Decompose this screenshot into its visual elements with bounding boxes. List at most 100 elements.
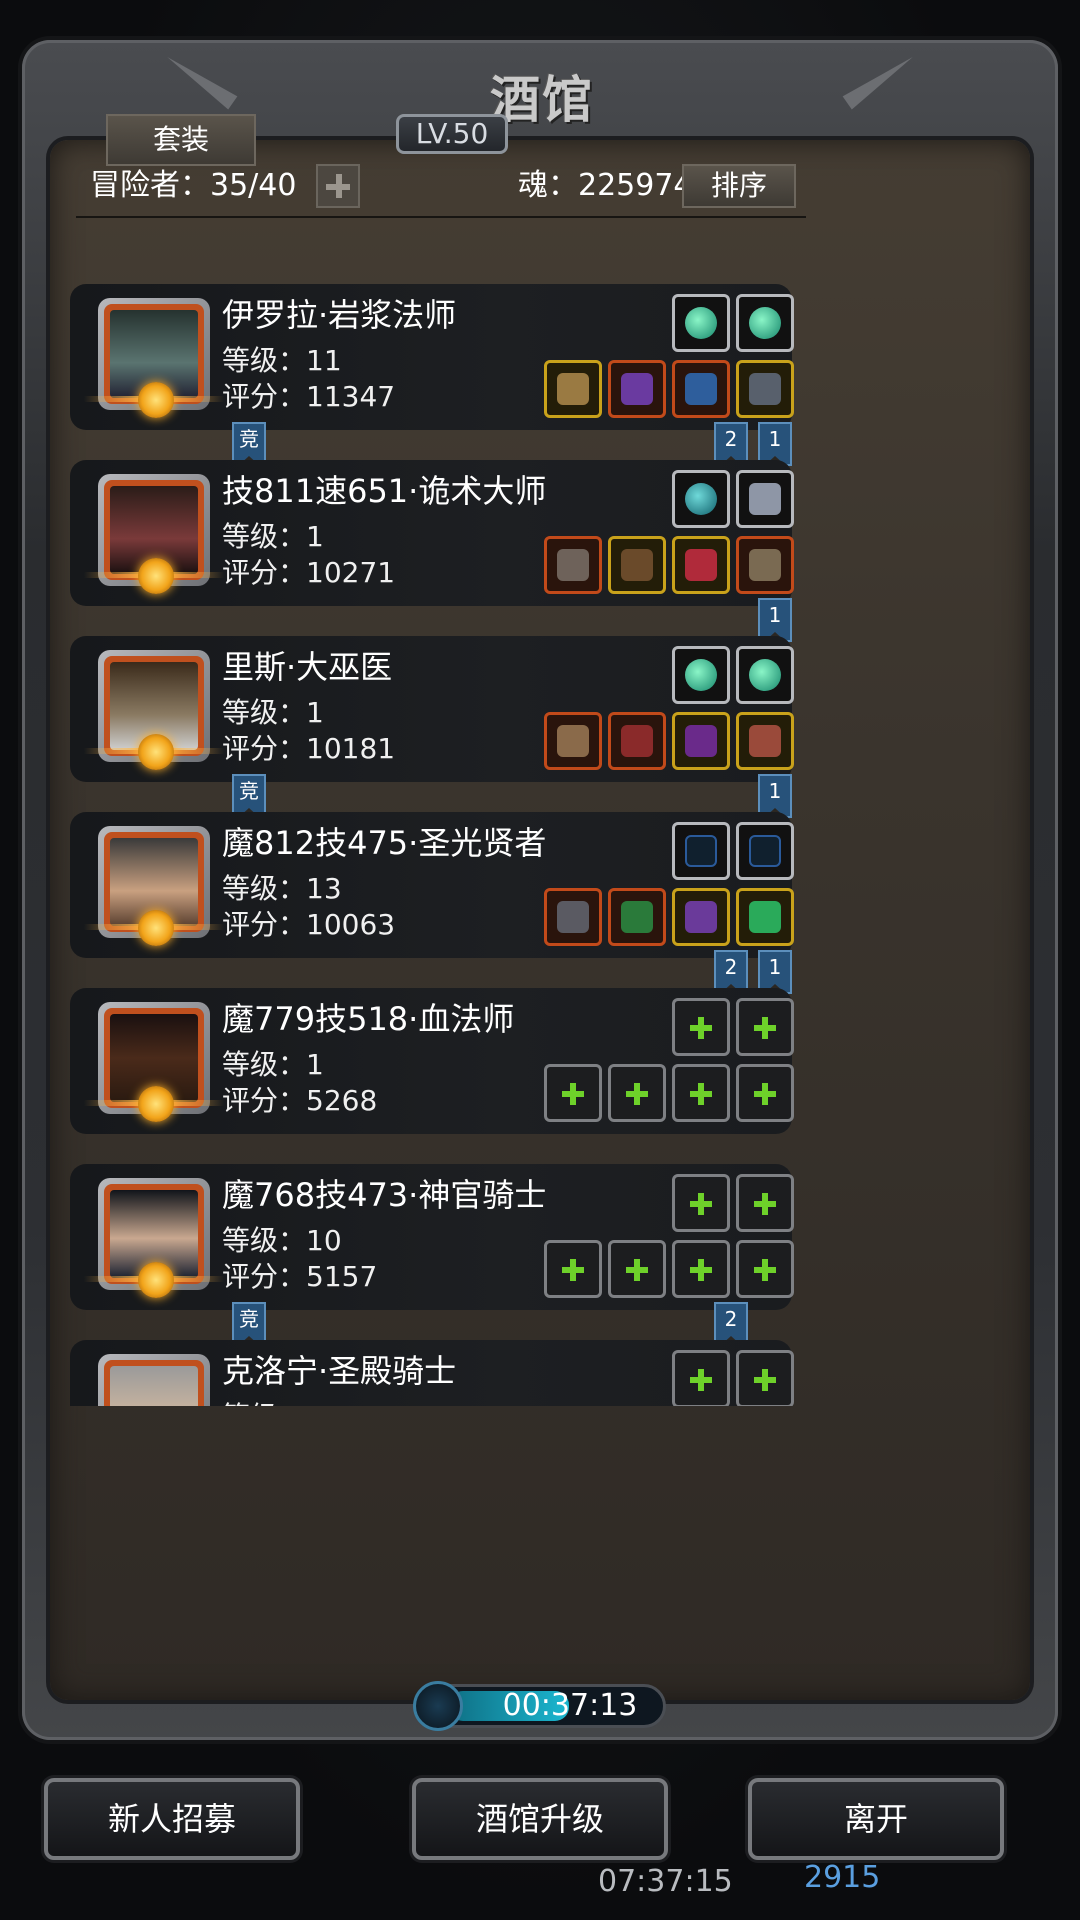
hero-name: 伊罗拉·岩浆法师 (222, 296, 457, 334)
empty-relic-slot[interactable] (736, 1064, 794, 1122)
hero-card[interactable]: 伊罗拉·岩浆法师 等级：11 评分：11347 (70, 284, 810, 430)
mace-icon (557, 901, 589, 933)
armor-slot[interactable] (608, 360, 666, 418)
hero-score: 评分：5268 (222, 1084, 378, 1117)
adventurer-count: 冒险者：35/40 (90, 168, 297, 203)
gem-slot[interactable] (672, 470, 730, 528)
staff-icon (557, 373, 589, 405)
sort-button[interactable]: 排序 (682, 164, 796, 208)
crystal-icon (749, 901, 781, 933)
empty-gem-slot[interactable] (672, 1350, 730, 1406)
accessory-slot[interactable] (672, 888, 730, 946)
empty-gem-slot[interactable] (736, 998, 794, 1056)
gem-slot[interactable] (672, 294, 730, 352)
accessory-slot[interactable] (672, 712, 730, 770)
tavern-upgrade-button[interactable]: 酒馆升级 (412, 1778, 668, 1860)
hero-card[interactable]: 技811速651·诡术大师 等级：1 评分：10271 (70, 460, 810, 606)
hero-name: 魔768技473·神官骑士 (222, 1176, 547, 1214)
empty-weapon-slot[interactable] (544, 1064, 602, 1122)
armor-slot[interactable] (608, 888, 666, 946)
empty-accessory-slot[interactable] (672, 1240, 730, 1298)
relic-slot[interactable] (736, 888, 794, 946)
staff-icon (557, 725, 589, 757)
clock-icon (413, 1681, 463, 1731)
armor-slot[interactable] (608, 712, 666, 770)
gem-slot[interactable] (672, 822, 730, 880)
sun-emblem-icon (138, 1086, 174, 1122)
set-button[interactable]: 套装 (106, 114, 256, 166)
crest-icon (749, 483, 781, 515)
empty-weapon-slot[interactable] (544, 1240, 602, 1298)
amulet-icon (685, 373, 717, 405)
gem-icon (685, 659, 717, 691)
bow-gem-icon (685, 835, 717, 867)
gem-icon (685, 483, 717, 515)
relic-slot[interactable] (736, 712, 794, 770)
empty-gem-slot[interactable] (736, 1350, 794, 1406)
gem-slot[interactable] (672, 646, 730, 704)
hero-level: 等级：1 (222, 696, 324, 729)
hero-score: 评分：10063 (222, 908, 396, 941)
hero-score: 评分：10181 (222, 732, 396, 765)
relic-slot[interactable] (736, 360, 794, 418)
weapon-slot[interactable] (544, 536, 602, 594)
bow-gem-icon (749, 835, 781, 867)
hero-score: 评分：5157 (222, 1260, 378, 1293)
armor-icon (621, 549, 653, 581)
gem-slot[interactable] (736, 646, 794, 704)
eye-orb-icon (685, 901, 717, 933)
hero-level: 等级 (222, 1398, 278, 1406)
empty-relic-slot[interactable] (736, 1240, 794, 1298)
hero-card[interactable]: 里斯·大巫医 等级：1 评分：10181 (70, 636, 810, 782)
armor-icon (621, 725, 653, 757)
sun-emblem-icon (138, 734, 174, 770)
hero-name: 魔779技518·血法师 (222, 1000, 515, 1038)
background-currency: 2915 (804, 1860, 881, 1895)
hero-name: 技811速651·诡术大师 (222, 472, 547, 510)
hero-card[interactable]: 魔779技518·血法师 等级：1 评分：5268 (70, 988, 810, 1134)
gem-slot[interactable] (736, 470, 794, 528)
hero-name: 克洛宁·圣殿骑士 (222, 1352, 457, 1390)
hero-list[interactable]: 伊罗拉·岩浆法师 等级：11 评分：11347 竞 2 1 技811速651·诡… (70, 280, 810, 1406)
hero-level: 等级：11 (222, 344, 342, 377)
tome-icon (749, 725, 781, 757)
gem-icon (749, 307, 781, 339)
add-adventurer-button[interactable] (316, 164, 360, 208)
armor-icon (621, 373, 653, 405)
hero-name: 魔812技475·圣光贤者 (222, 824, 547, 862)
weapon-slot[interactable] (544, 360, 602, 418)
accessory-slot[interactable] (672, 360, 730, 418)
heart-amulet-icon (685, 549, 717, 581)
recruit-button[interactable]: 新人招募 (44, 1778, 300, 1860)
weapon-slot[interactable] (544, 712, 602, 770)
hero-score: 评分：11347 (222, 380, 396, 413)
armor-slot[interactable] (608, 536, 666, 594)
empty-armor-slot[interactable] (608, 1064, 666, 1122)
weapon-slot[interactable] (544, 888, 602, 946)
hero-score: 评分：10271 (222, 556, 396, 589)
hero-card[interactable]: 克洛宁·圣殿骑士 等级 (70, 1340, 810, 1406)
empty-gem-slot[interactable] (672, 1174, 730, 1232)
hero-portrait (98, 1354, 210, 1406)
tavern-level-badge: LV.50 (396, 114, 508, 154)
timer-text: 00:37:13 (502, 1688, 638, 1723)
leave-button[interactable]: 离开 (748, 1778, 1004, 1860)
hero-level: 等级：10 (222, 1224, 342, 1257)
gem-slot[interactable] (736, 294, 794, 352)
necklace-icon (685, 725, 717, 757)
relic-slot[interactable] (736, 536, 794, 594)
empty-gem-slot[interactable] (672, 998, 730, 1056)
background-clock: 07:37:15 (598, 1864, 733, 1899)
armor-icon (621, 901, 653, 933)
accessory-slot[interactable] (672, 536, 730, 594)
hero-card[interactable]: 魔812技475·圣光贤者 等级：13 评分：10063 (70, 812, 810, 958)
hero-card[interactable]: 魔768技473·神官骑士 等级：10 评分：5157 (70, 1164, 810, 1310)
empty-accessory-slot[interactable] (672, 1064, 730, 1122)
helmet-icon (749, 373, 781, 405)
hero-level: 等级：1 (222, 1048, 324, 1081)
empty-gem-slot[interactable] (736, 1174, 794, 1232)
empty-armor-slot[interactable] (608, 1240, 666, 1298)
header-divider (76, 216, 806, 218)
hero-level: 等级：1 (222, 520, 324, 553)
gem-slot[interactable] (736, 822, 794, 880)
